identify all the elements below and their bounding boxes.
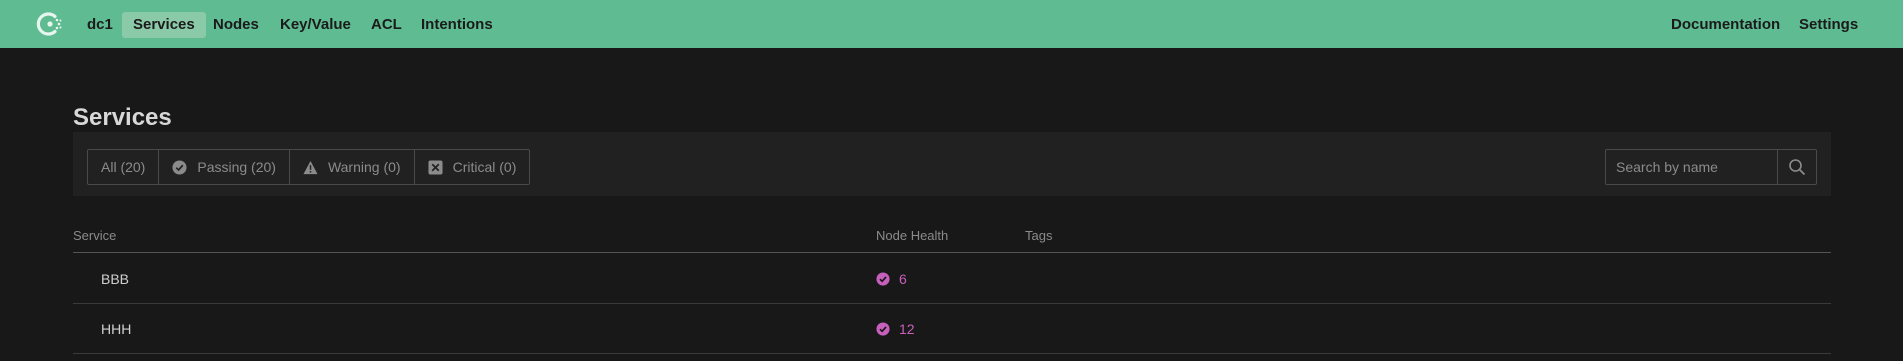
table-header-divider (73, 252, 1831, 253)
search-icon (1789, 159, 1806, 176)
filter-warning-label: Warning (0) (327, 159, 401, 175)
warning-triangle-icon (303, 160, 318, 174)
filter-passing-button[interactable]: Passing (20) (159, 150, 290, 184)
top-navigation: dc1 Services Nodes Key/Value ACL Intenti… (0, 0, 1903, 48)
nav-settings[interactable]: Settings (1788, 12, 1869, 38)
filter-bar: All (20) Passing (20) Warning (0) Critic… (73, 132, 1831, 196)
filter-all-label: All (20) (101, 159, 146, 175)
column-header-tags[interactable]: Tags (1025, 228, 1052, 243)
search-button[interactable] (1777, 150, 1816, 184)
nav-services[interactable]: Services (122, 12, 206, 38)
column-header-node-health[interactable]: Node Health (876, 228, 948, 243)
passing-check-icon (876, 322, 890, 336)
row-divider (73, 303, 1831, 304)
datacenter-selector[interactable]: dc1 (76, 12, 124, 38)
filter-all-button[interactable]: All (20) (88, 150, 160, 184)
service-name-link[interactable]: BBB (101, 271, 129, 287)
nav-documentation[interactable]: Documentation (1660, 12, 1791, 38)
nav-acl[interactable]: ACL (360, 12, 413, 38)
health-filter-group: All (20) Passing (20) Warning (0) Critic… (87, 149, 531, 185)
search-input[interactable] (1606, 150, 1777, 184)
consul-logo-icon[interactable] (36, 10, 64, 38)
passing-check-icon (876, 272, 890, 286)
filter-critical-label: Critical (0) (452, 159, 517, 175)
node-health-passing[interactable]: 6 (876, 271, 907, 287)
column-header-service[interactable]: Service (73, 228, 116, 243)
page-title: Services (73, 104, 172, 131)
nav-key-value[interactable]: Key/Value (269, 12, 362, 38)
node-health-passing[interactable]: 12 (876, 321, 915, 337)
nav-nodes[interactable]: Nodes (202, 12, 270, 38)
filter-critical-button[interactable]: Critical (0) (415, 150, 530, 184)
search-box (1605, 149, 1817, 185)
filter-warning-button[interactable]: Warning (0) (290, 150, 415, 184)
nav-intentions[interactable]: Intentions (410, 12, 504, 38)
critical-x-icon (428, 159, 443, 175)
check-circle-icon (172, 159, 187, 175)
filter-passing-label: Passing (20) (197, 159, 276, 175)
passing-count: 12 (899, 321, 915, 337)
passing-count: 6 (899, 271, 907, 287)
row-divider (73, 353, 1831, 354)
service-name-link[interactable]: HHH (101, 321, 131, 337)
